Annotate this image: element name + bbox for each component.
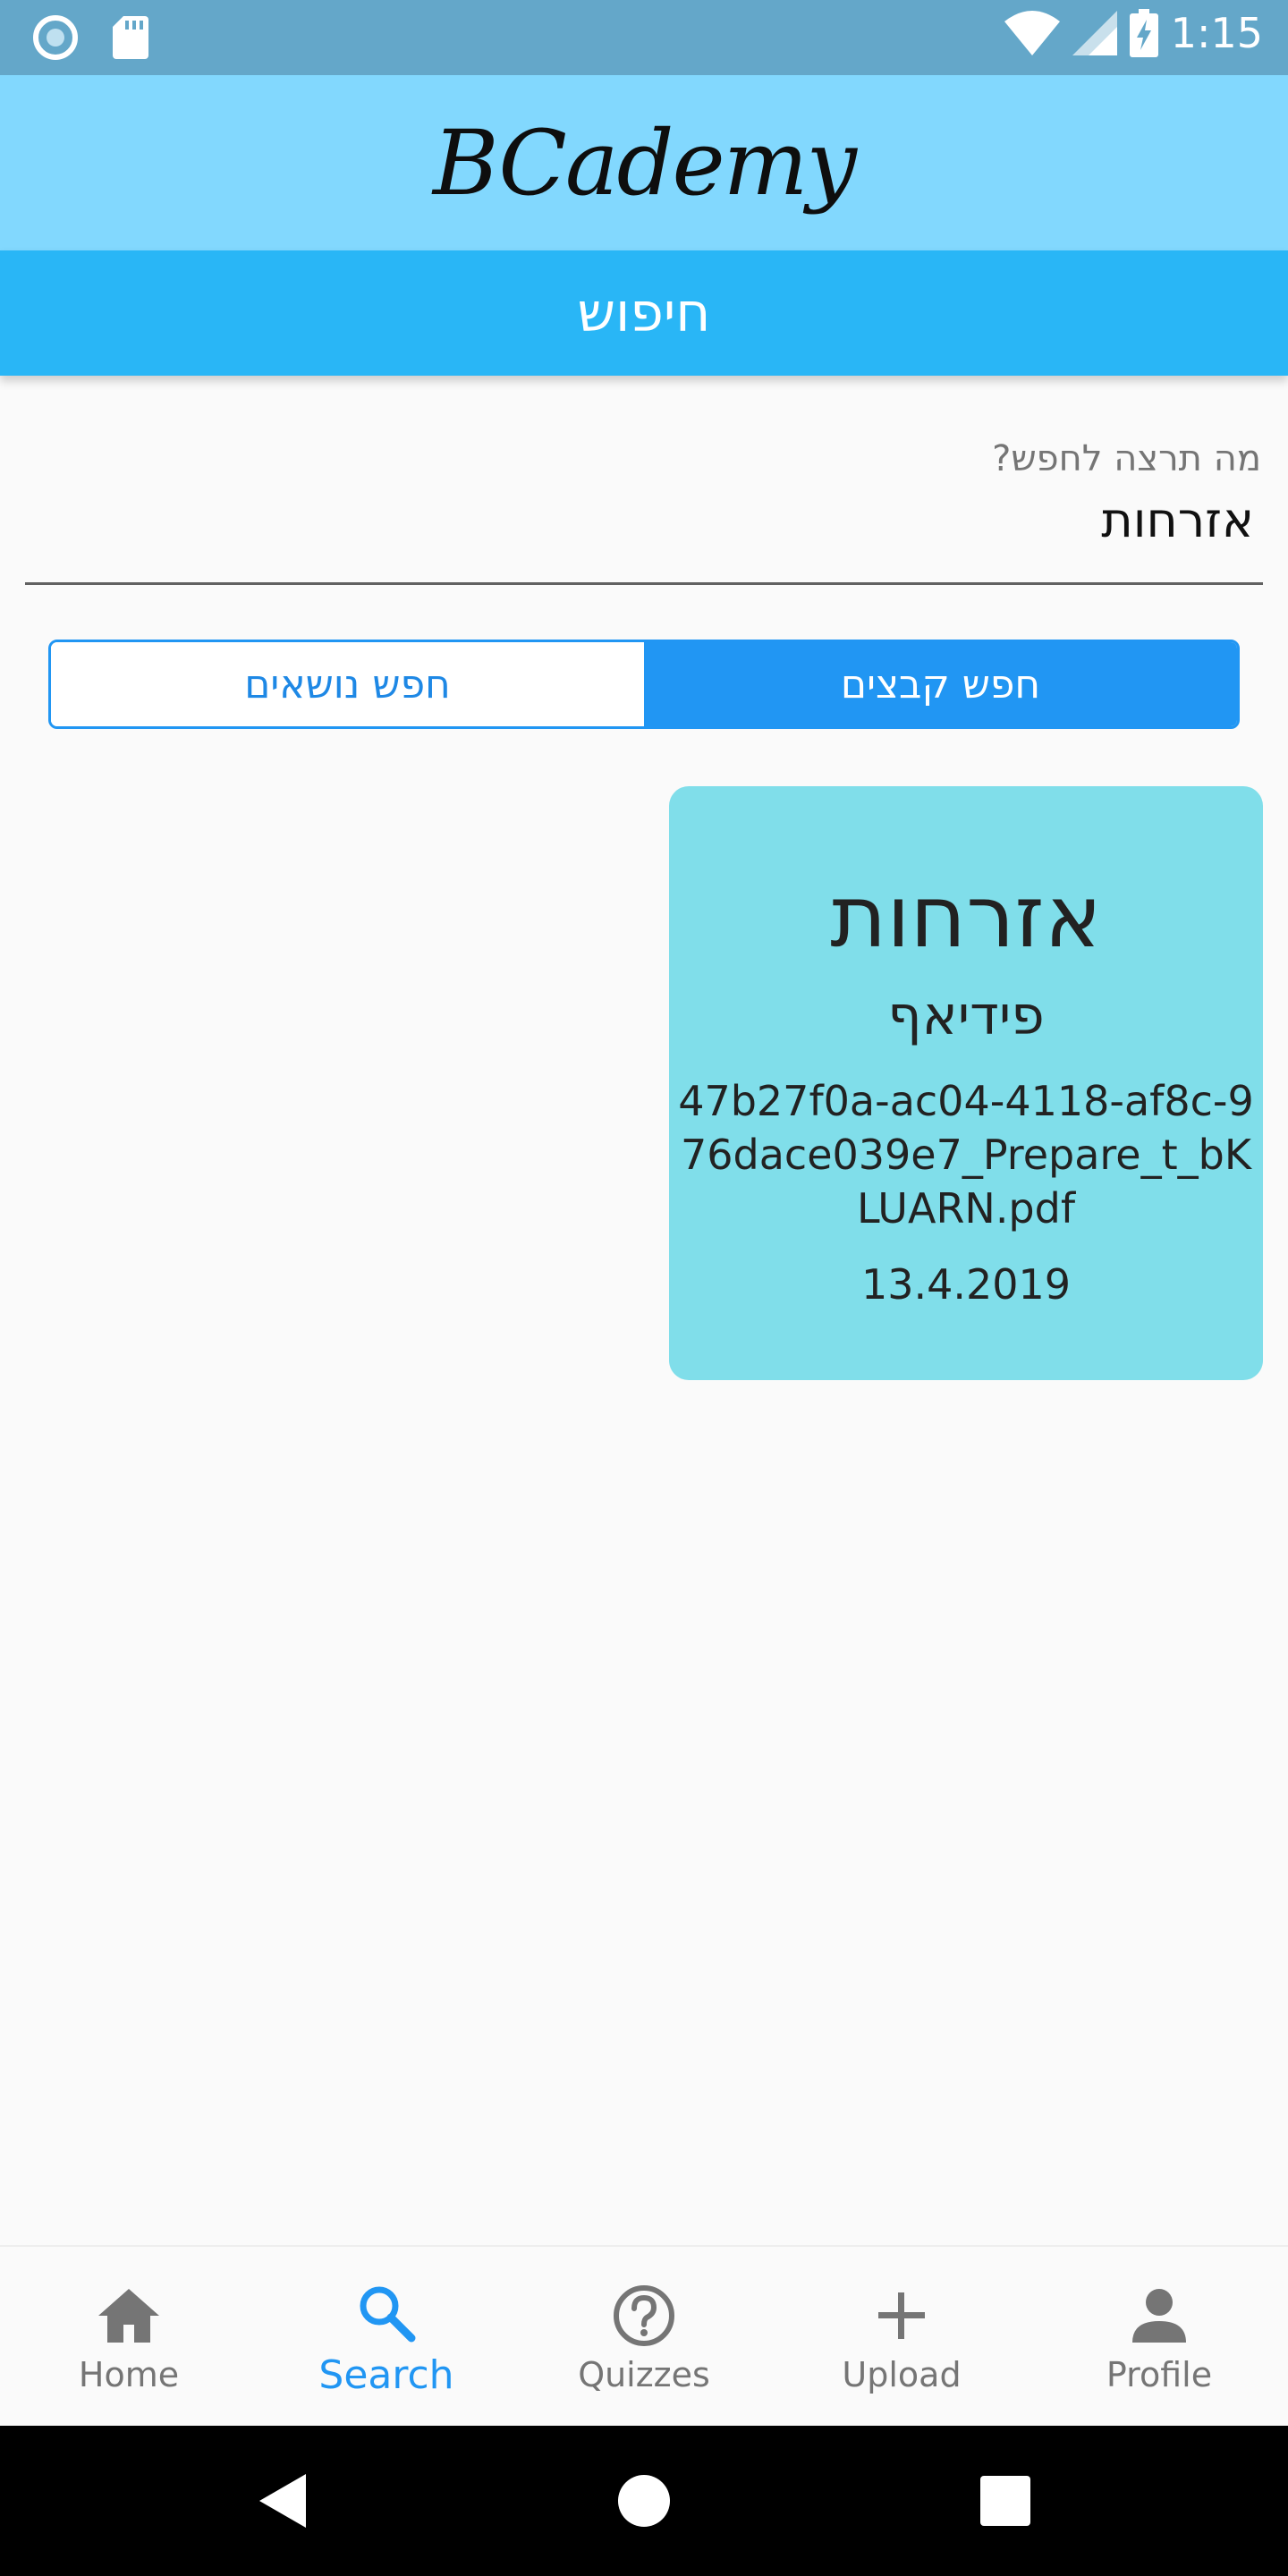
nav-label-home: Home	[78, 2355, 180, 2394]
home-icon	[98, 2289, 159, 2343]
page-title: חיפוש	[577, 282, 711, 344]
nav-item-upload[interactable]: Upload	[773, 2247, 1030, 2428]
help-circle-icon	[614, 2285, 674, 2346]
status-left-icons	[32, 14, 148, 61]
nav-item-home[interactable]: Home	[0, 2247, 258, 2428]
result-card[interactable]: אזרחות פידיאף 47b27f0a-ac04-4118-af8c-97…	[669, 786, 1263, 1380]
page-title-bar: חיפוש	[0, 250, 1288, 376]
search-field-label: מה תרצה לחפש?	[992, 438, 1261, 479]
signal-icon	[1072, 11, 1117, 55]
system-navigation-bar	[0, 2426, 1288, 2576]
back-icon[interactable]	[256, 2472, 309, 2529]
battery-charging-icon	[1129, 9, 1158, 57]
search-files-button[interactable]: חפש קבצים	[644, 642, 1237, 726]
person-icon	[1132, 2289, 1186, 2343]
nav-item-search[interactable]: Search	[258, 2247, 515, 2428]
bottom-navigation: Home Search Quizzes Upload Profile	[0, 2245, 1288, 2428]
radio-icon	[33, 15, 78, 60]
nav-label-quizzes: Quizzes	[578, 2355, 710, 2394]
plus-icon	[878, 2292, 925, 2339]
nav-item-profile[interactable]: Profile	[1030, 2247, 1288, 2428]
status-right-icons: 1:15	[1004, 9, 1263, 57]
app-bar: BCademy	[0, 75, 1288, 250]
nav-label-search: Search	[318, 2351, 454, 2398]
nav-label-upload: Upload	[842, 2355, 962, 2394]
recents-icon[interactable]	[980, 2476, 1030, 2526]
status-bar: 1:15	[0, 0, 1288, 75]
wifi-icon	[1004, 11, 1060, 55]
result-card-title: אזרחות	[830, 867, 1102, 967]
search-input-underline	[25, 582, 1263, 585]
sd-card-icon	[113, 16, 148, 59]
search-mode-toggle: חפש נושאים חפש קבצים	[48, 640, 1240, 729]
search-icon	[360, 2286, 416, 2342]
search-topics-button[interactable]: חפש נושאים	[51, 642, 644, 726]
status-time: 1:15	[1170, 9, 1263, 57]
result-card-type: פידיאף	[887, 985, 1045, 1047]
result-card-filename: 47b27f0a-ac04-4118-af8c-976dace039e7_Pre…	[678, 1077, 1254, 1233]
app-logo: BCademy	[433, 110, 857, 216]
nav-label-profile: Profile	[1106, 2355, 1213, 2394]
search-input[interactable]	[91, 492, 1254, 548]
result-card-date: 13.4.2019	[860, 1260, 1072, 1309]
home-circle-icon[interactable]	[617, 2474, 671, 2528]
nav-item-quizzes[interactable]: Quizzes	[515, 2247, 773, 2428]
